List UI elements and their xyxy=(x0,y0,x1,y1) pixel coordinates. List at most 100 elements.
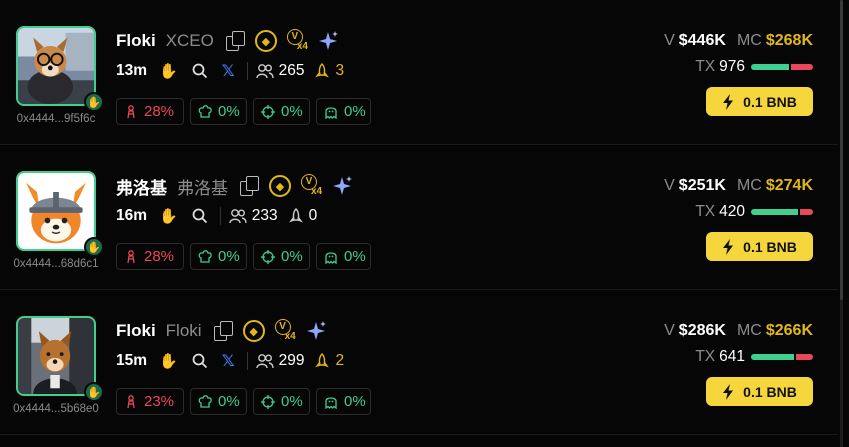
ghost-pill: 0% xyxy=(316,98,371,125)
scrollbar[interactable] xyxy=(840,0,843,447)
copy-icon[interactable] xyxy=(239,176,259,196)
token-name[interactable]: Floki xyxy=(116,31,156,51)
holders-value: 299 xyxy=(278,352,305,369)
wave-hand-icon[interactable]: ✋ xyxy=(159,207,178,225)
tx-value: 420 xyxy=(719,203,745,220)
quick-buy-label: 0.1 BNB xyxy=(743,93,797,110)
volume-label: V xyxy=(664,177,675,194)
holders-value: 233 xyxy=(251,207,278,224)
crosshair-icon xyxy=(261,249,275,264)
quick-buy-label: 0.1 BNB xyxy=(743,238,797,255)
token-address[interactable]: 0x4444...5b68e0 xyxy=(0,403,112,415)
sniper-pill: 0% xyxy=(253,98,310,125)
volume-value: $446K xyxy=(678,32,726,49)
dev-holding-value: 0% xyxy=(218,103,240,120)
ghost-value: 0% xyxy=(344,248,366,265)
market-cap-label: MC xyxy=(736,177,762,194)
quick-buy-button[interactable]: 0.1 BNB xyxy=(706,87,813,116)
dev-holding-pill: 0% xyxy=(190,243,247,270)
buy-sell-ratio-bar xyxy=(751,64,813,70)
v-x4-icon: Vx4 xyxy=(286,29,311,53)
buy-sell-ratio-bar xyxy=(751,354,813,360)
dog-with-glasses-avatar xyxy=(18,28,94,104)
top10-holders-pill: 28% xyxy=(116,98,184,125)
ghost-pill: 0% xyxy=(316,388,371,415)
person-icon xyxy=(127,104,135,118)
top10-value: 23% xyxy=(144,393,175,410)
volume-label: V xyxy=(664,32,675,49)
token-ticker: 弗洛基 xyxy=(177,178,228,198)
buy-sell-ratio-bar xyxy=(751,209,813,215)
scrollbar-thumb[interactable] xyxy=(840,0,843,300)
divider xyxy=(246,62,248,80)
copy-icon[interactable] xyxy=(225,31,245,51)
wave-hand-icon[interactable]: ✋ xyxy=(159,62,178,80)
sniper-pill: 0% xyxy=(253,243,310,270)
rocket-icon xyxy=(315,353,330,368)
token-age: 15m xyxy=(116,352,148,369)
copy-icon[interactable] xyxy=(213,321,233,341)
lightning-icon xyxy=(723,238,734,255)
token-row[interactable]: ✋ 0x4444...5b68e0 Floki Floki ◆ Vx4 15m … xyxy=(0,290,838,435)
holders-value: 265 xyxy=(278,62,305,79)
quick-buy-button[interactable]: 0.1 BNB xyxy=(706,232,813,261)
rocket-icon xyxy=(315,63,330,78)
top10-holders-pill: 28% xyxy=(116,243,184,270)
dev-holding-value: 0% xyxy=(218,393,240,410)
token-row[interactable]: ✋ 0x4444...9f5f6c Floki XCEO ◆ Vx4 13m ✋… xyxy=(0,0,838,145)
lightning-icon xyxy=(723,383,734,400)
token-address[interactable]: 0x4444...9f5f6c xyxy=(0,113,112,125)
token-avatar[interactable]: ✋ xyxy=(16,171,104,257)
rocket-count: 3 xyxy=(314,62,344,80)
rocket-count: 0 xyxy=(288,207,317,225)
lightning-icon xyxy=(723,93,734,110)
rocket-icon xyxy=(288,208,303,223)
search-icon[interactable] xyxy=(192,63,208,79)
token-avatar[interactable]: ✋ xyxy=(16,316,104,402)
shiba-in-car-avatar xyxy=(18,318,94,394)
wave-hand-icon: ✋ xyxy=(84,92,104,112)
person-icon xyxy=(127,394,135,408)
v-x4-icon: Vx4 xyxy=(274,319,299,343)
search-icon[interactable] xyxy=(192,208,208,224)
search-icon[interactable] xyxy=(192,353,208,369)
divider xyxy=(219,207,221,225)
users-icon xyxy=(255,354,274,369)
x-twitter-icon[interactable]: 𝕏 xyxy=(222,351,235,371)
token-name[interactable]: 弗洛基 xyxy=(116,174,167,199)
sparkle-icon xyxy=(306,321,326,340)
sparkle-icon xyxy=(318,31,338,50)
sparkle-icon xyxy=(333,176,352,195)
ghost-icon xyxy=(325,251,337,264)
token-age: 16m xyxy=(116,207,148,224)
market-cap-value: $274K xyxy=(765,177,813,194)
rocket-value: 3 xyxy=(335,62,345,79)
tx-value: 641 xyxy=(719,348,745,365)
sniper-value: 0% xyxy=(281,248,303,265)
dev-holding-pill: 0% xyxy=(190,388,247,415)
crosshair-icon xyxy=(261,104,275,119)
token-address[interactable]: 0x4444...68d6c1 xyxy=(0,258,112,270)
shiba-viking-avatar xyxy=(18,173,94,249)
market-cap-value: $268K xyxy=(765,32,813,49)
holders-count: 265 xyxy=(255,62,305,80)
token-name[interactable]: Floki xyxy=(116,321,156,341)
token-list: ✋ 0x4444...9f5f6c Floki XCEO ◆ Vx4 13m ✋… xyxy=(0,0,838,447)
volume-value: $251K xyxy=(678,177,726,194)
top10-value: 28% xyxy=(144,248,175,265)
volume-label: V xyxy=(664,322,675,339)
ghost-value: 0% xyxy=(344,393,366,410)
token-row[interactable]: ✋ 0x4444...68d6c1 弗洛基 弗洛基 ◆ Vx4 16m ✋ 23… xyxy=(0,145,838,290)
divider xyxy=(246,352,248,370)
wave-hand-icon[interactable]: ✋ xyxy=(159,352,178,370)
token-ticker: XCEO xyxy=(165,31,214,50)
market-cap-value: $266K xyxy=(765,322,813,339)
quick-buy-label: 0.1 BNB xyxy=(743,383,797,400)
ghost-icon xyxy=(325,396,337,409)
tx-label: TX xyxy=(695,348,716,365)
x-twitter-icon[interactable]: 𝕏 xyxy=(222,61,235,81)
token-avatar[interactable]: ✋ xyxy=(16,26,104,112)
market-cap-label: MC xyxy=(736,32,762,49)
market-cap-label: MC xyxy=(736,322,762,339)
quick-buy-button[interactable]: 0.1 BNB xyxy=(706,377,813,406)
